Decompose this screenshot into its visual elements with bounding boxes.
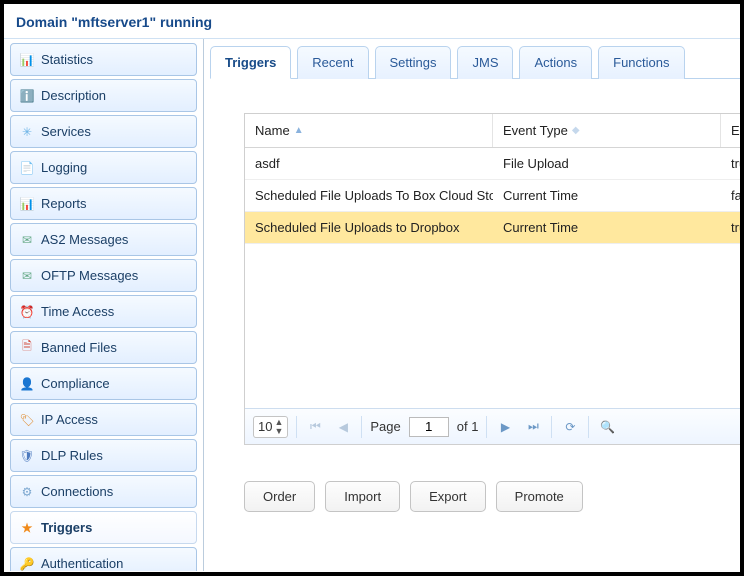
sidebar-item-reports[interactable]: 📊 Reports [10,187,197,220]
logging-icon: 📄 [19,160,35,176]
column-header-event-type[interactable]: Event Type ◆ [493,114,721,147]
sidebar-item-authentication[interactable]: 🔑 Authentication [10,547,197,571]
oftp-messages-icon: ✉ [19,268,35,284]
triggers-icon: ★ [19,520,35,536]
sidebar-item-triggers[interactable]: ★ Triggers [10,511,197,544]
sidebar-item-label: Logging [41,160,87,175]
cell-enabled: true [721,220,740,235]
sidebar-item-time-access[interactable]: ⏰ Time Access [10,295,197,328]
ip-access-icon: 🏷 [19,412,35,428]
sidebar-item-services[interactable]: ✳ Services [10,115,197,148]
sidebar-item-label: OFTP Messages [41,268,138,283]
sidebar-item-ip-access[interactable]: 🏷 IP Access [10,403,197,436]
refresh-icon[interactable]: ⟳ [560,417,580,437]
table-row[interactable]: asdfFile Uploadtrue [245,148,740,180]
tab-recent[interactable]: Recent [297,46,368,79]
first-page-icon[interactable]: ⏮ [305,417,325,437]
statistics-icon: 📊 [19,52,35,68]
reports-icon: 📊 [19,196,35,212]
page-of-label: of 1 [457,419,479,434]
cell-name: Scheduled File Uploads to Dropbox [245,220,493,235]
sidebar-item-label: Authentication [41,556,123,571]
order-button[interactable]: Order [244,481,315,512]
triggers-table: Name ▲ Event Type ◆ E asdfFile Uploadtru… [244,113,740,445]
authentication-icon: 🔑 [19,556,35,572]
column-header-event-type-label: Event Type [503,123,568,138]
page-size-select[interactable]: 10 ▲▼ [253,416,288,438]
sidebar-item-banned-files[interactable]: 🗎 Banned Files [10,331,197,364]
sidebar-item-as2-messages[interactable]: ✉ AS2 Messages [10,223,197,256]
sidebar-item-description[interactable]: ℹ️ Description [10,79,197,112]
tab-functions[interactable]: Functions [598,46,684,79]
sidebar-item-label: AS2 Messages [41,232,128,247]
sidebar-item-connections[interactable]: ⚙ Connections [10,475,197,508]
next-page-icon[interactable]: ▶ [495,417,515,437]
tab-actions[interactable]: Actions [519,46,592,79]
column-header-enabled[interactable]: E [721,114,740,147]
column-header-enabled-label: E [731,123,740,138]
description-icon: ℹ️ [19,88,35,104]
compliance-icon: 👤 [19,376,35,392]
sidebar-item-label: Statistics [41,52,93,67]
page-size-value: 10 [258,419,272,434]
sidebar-item-label: DLP Rules [41,448,103,463]
sidebar-item-label: Compliance [41,376,110,391]
tab-strip: TriggersRecentSettingsJMSActionsFunction… [210,45,740,79]
tab-settings[interactable]: Settings [375,46,452,79]
promote-button[interactable]: Promote [496,481,583,512]
sidebar-item-label: Triggers [41,520,92,535]
sort-asc-icon: ▲ [294,125,304,136]
export-button[interactable]: Export [410,481,486,512]
sort-neutral-icon: ◆ [572,125,580,136]
connections-icon: ⚙ [19,484,35,500]
column-header-name-label: Name [255,123,290,138]
sidebar-item-label: Description [41,88,106,103]
sidebar-item-label: Reports [41,196,87,211]
page-title: Domain "mftserver1" running [4,4,740,39]
cell-name: asdf [245,156,493,171]
table-body: asdfFile UploadtrueScheduled File Upload… [245,148,740,408]
time-access-icon: ⏰ [19,304,35,320]
sidebar-item-label: Services [41,124,91,139]
banned-files-icon: 🗎 [19,340,35,356]
tab-triggers[interactable]: Triggers [210,46,291,79]
table-row[interactable]: Scheduled File Uploads To Box Cloud Stor… [245,180,740,212]
page-label: Page [370,419,400,434]
sidebar-item-oftp-messages[interactable]: ✉ OFTP Messages [10,259,197,292]
last-page-icon[interactable]: ⏭ [523,417,543,437]
sidebar-item-statistics[interactable]: 📊 Statistics [10,43,197,76]
sidebar-item-logging[interactable]: 📄 Logging [10,151,197,184]
sidebar-item-compliance[interactable]: 👤 Compliance [10,367,197,400]
page-input[interactable] [409,417,449,437]
cell-event-type: Current Time [493,220,721,235]
sidebar-item-label: Banned Files [41,340,117,355]
cell-enabled: false [721,188,740,203]
as2-messages-icon: ✉ [19,232,35,248]
pager: 10 ▲▼ ⏮ ◀ Page of 1 ▶ [245,408,740,444]
prev-page-icon[interactable]: ◀ [333,417,353,437]
action-buttons: Order Import Export Promote [244,481,740,512]
sidebar-item-label: Time Access [41,304,114,319]
import-button[interactable]: Import [325,481,400,512]
cell-event-type: Current Time [493,188,721,203]
tab-jms[interactable]: JMS [457,46,513,79]
services-icon: ✳ [19,124,35,140]
cell-name: Scheduled File Uploads To Box Cloud Stor… [245,188,493,203]
cell-enabled: true [721,156,740,171]
table-row[interactable]: Scheduled File Uploads to DropboxCurrent… [245,212,740,244]
column-header-name[interactable]: Name ▲ [245,114,493,147]
search-icon[interactable]: 🔍 [597,417,617,437]
sidebar: 📊 Statistics ℹ️ Description ✳ Services 📄 Loggin… [4,39,204,571]
table-header: Name ▲ Event Type ◆ E [245,114,740,148]
sidebar-item-label: Connections [41,484,113,499]
sidebar-item-label: IP Access [41,412,98,427]
cell-event-type: File Upload [493,156,721,171]
sidebar-item-dlp-rules[interactable]: 🛡 DLP Rules [10,439,197,472]
dlp-rules-icon: 🛡 [19,448,35,464]
